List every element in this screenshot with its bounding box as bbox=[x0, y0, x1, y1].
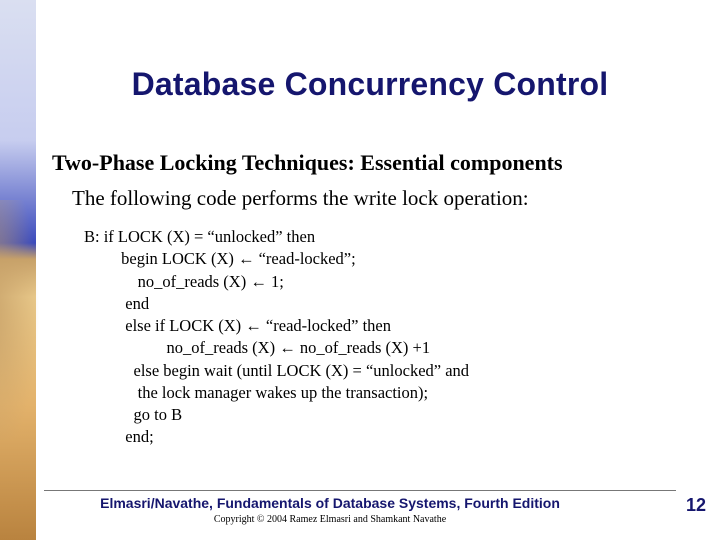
code-line: else begin wait (until LOCK (X) = “unloc… bbox=[84, 360, 469, 382]
footer-text: Elmasri/Navathe, Fundamentals of Databas… bbox=[0, 495, 660, 511]
code-block: B: if LOCK (X) = “unlocked” then begin L… bbox=[84, 226, 469, 449]
code-line: no_of_reads (X) ← no_of_reads (X) +1 bbox=[84, 337, 469, 359]
footer-divider bbox=[44, 490, 676, 491]
code-line: go to B bbox=[84, 404, 469, 426]
code-line: end bbox=[84, 293, 469, 315]
slide: Database Concurrency Control Two-Phase L… bbox=[0, 0, 720, 540]
code-line: no_of_reads (X) ← 1; bbox=[84, 271, 469, 293]
code-line: end; bbox=[84, 426, 469, 448]
page-number: 12 bbox=[686, 495, 706, 516]
intro-text: The following code performs the write lo… bbox=[72, 186, 529, 211]
code-line: the lock manager wakes up the transactio… bbox=[84, 382, 469, 404]
code-line: else if LOCK (X) ← “read-locked” then bbox=[84, 315, 469, 337]
background-glow bbox=[0, 200, 55, 440]
code-line: begin LOCK (X) ← “read-locked”; bbox=[84, 248, 469, 270]
slide-title: Database Concurrency Control bbox=[70, 66, 670, 103]
subheading: Two-Phase Locking Techniques: Essential … bbox=[52, 150, 563, 176]
code-line: B: if LOCK (X) = “unlocked” then bbox=[84, 226, 469, 248]
copyright-text: Copyright © 2004 Ramez Elmasri and Shamk… bbox=[0, 514, 660, 525]
